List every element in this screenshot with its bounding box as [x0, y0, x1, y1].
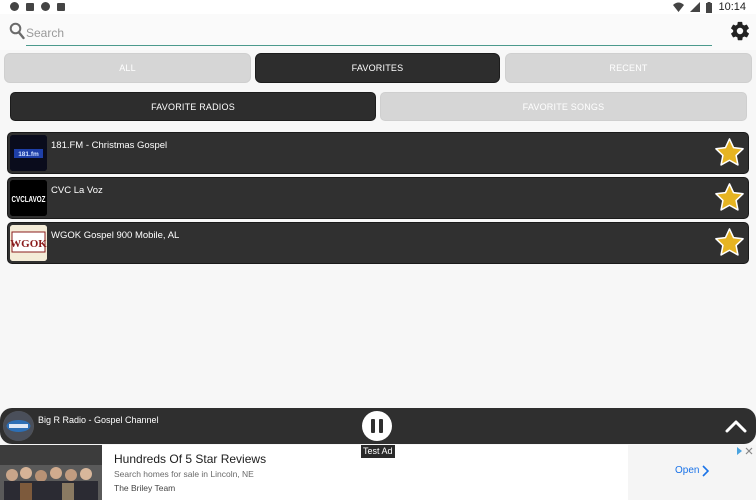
ad-photo [0, 445, 102, 500]
status-bar: 10:14 [0, 0, 756, 14]
ad-headline[interactable]: Hundreds Of 5 Star Reviews [114, 452, 266, 466]
radio-logo: 181.fm [10, 135, 47, 171]
notification-file-icon [57, 2, 65, 11]
now-playing-logo [3, 411, 34, 441]
radio-logo-image: CVCLAVOZ [10, 180, 47, 216]
now-playing-title: Big R Radio - Gospel Channel [38, 415, 159, 425]
radio-logo-text: CVCLAVOZ [12, 195, 46, 204]
now-playing-bar[interactable]: Big R Radio - Gospel Channel [0, 408, 756, 444]
chevron-up-icon[interactable] [725, 418, 747, 434]
ad-open-button[interactable]: Open [675, 465, 699, 476]
tab-recent[interactable]: RECENT [505, 53, 752, 83]
pause-icon [379, 419, 383, 433]
radio-name: CVC La Voz [51, 185, 103, 196]
system-icons: 10:14 [673, 1, 746, 13]
radio-logo: WGOK [10, 225, 47, 261]
favorite-star-icon[interactable] [714, 227, 745, 258]
ad-subline: Search homes for sale in Lincoln, NE [114, 469, 254, 479]
search-input[interactable] [26, 23, 712, 46]
tab-favorites[interactable]: FAVORITES [255, 53, 500, 83]
ad-image[interactable] [0, 445, 102, 500]
subtab-favorite-songs[interactable]: FAVORITE SONGS [380, 92, 747, 121]
radio-logo: CVCLAVOZ [10, 180, 47, 216]
search-icon[interactable] [9, 22, 25, 40]
ad-choices-icon[interactable] [735, 446, 753, 456]
notification-icons [10, 2, 65, 11]
radio-row[interactable]: 181.fm 181.FM - Christmas Gospel [7, 132, 749, 174]
subtab-favorite-radios[interactable]: FAVORITE RADIOS [10, 92, 376, 121]
chevron-right-icon[interactable] [701, 465, 709, 477]
notification-app-icon [26, 2, 34, 11]
now-playing-logo-image [3, 411, 34, 441]
notification-dot-icon [10, 2, 19, 11]
radio-logo-image: WGOK [10, 225, 47, 261]
clock: 10:14 [718, 1, 746, 13]
favorite-star-icon[interactable] [714, 182, 745, 213]
ad-advertiser: The Briley Team [114, 483, 176, 493]
battery-icon [706, 1, 713, 13]
radio-logo-text: WGOK [10, 238, 47, 250]
gear-icon[interactable] [729, 20, 751, 42]
wifi-icon [673, 2, 685, 12]
test-ad-label: Test Ad [361, 445, 395, 458]
notification-sync-icon [41, 2, 50, 11]
pause-icon [371, 419, 375, 433]
search-bar [0, 14, 756, 50]
pause-button[interactable] [362, 411, 392, 441]
radio-name: WGOK Gospel 900 Mobile, AL [51, 230, 180, 241]
tab-all[interactable]: ALL [4, 53, 251, 83]
radio-row[interactable]: CVCLAVOZ CVC La Voz [7, 177, 749, 219]
radio-logo-image: 181.fm [10, 135, 47, 171]
favorite-star-icon[interactable] [714, 137, 745, 168]
radio-name: 181.FM - Christmas Gospel [51, 140, 168, 151]
signal-icon [690, 2, 701, 12]
radio-logo-text: 181.fm [18, 151, 39, 158]
radio-row[interactable]: WGOK WGOK Gospel 900 Mobile, AL [7, 222, 749, 264]
